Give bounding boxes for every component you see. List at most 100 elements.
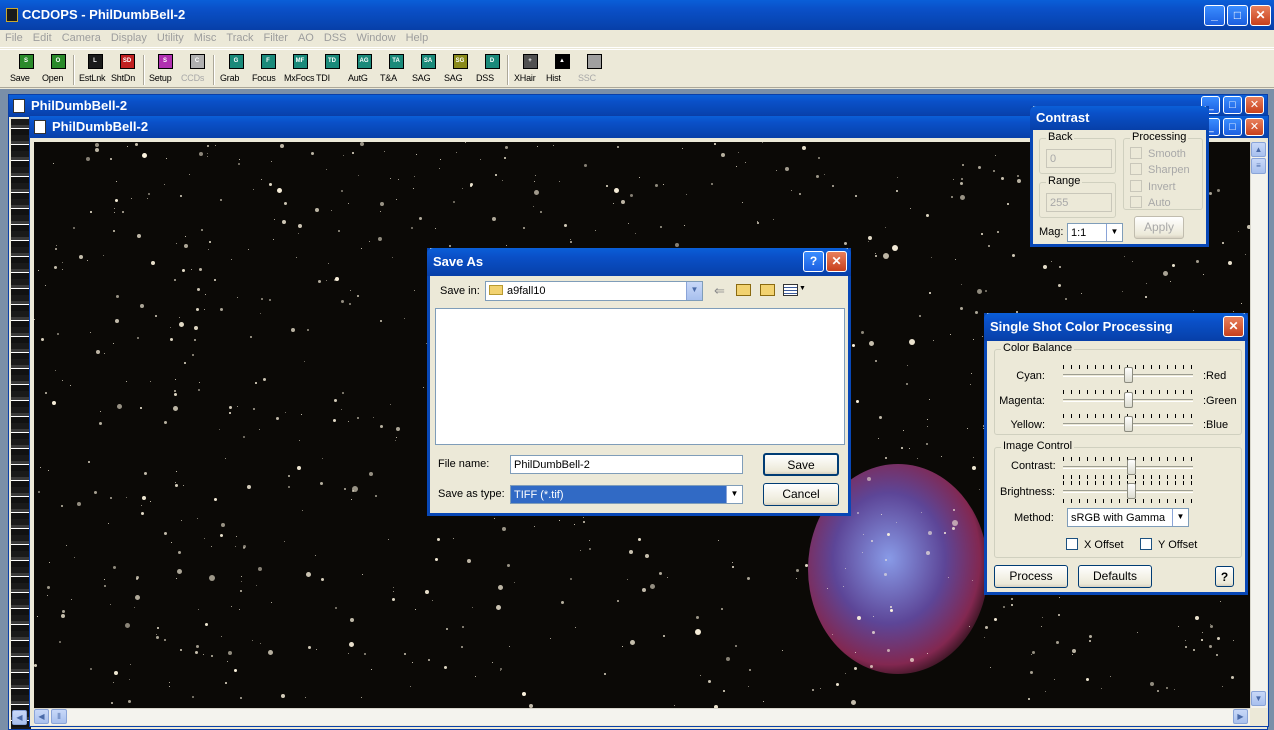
- menu-track[interactable]: Track: [221, 30, 258, 47]
- chevron-down-icon[interactable]: ▼: [1106, 224, 1122, 241]
- y-offset-checkbox[interactable]: Y Offset: [1140, 538, 1197, 552]
- balance-slider-0[interactable]: [1063, 365, 1193, 387]
- up-folder-icon[interactable]: [736, 284, 751, 296]
- menu-camera[interactable]: Camera: [57, 30, 106, 47]
- apply-button[interactable]: Apply: [1134, 216, 1184, 239]
- toolbar-hist-button[interactable]: ▲ Hist: [546, 54, 578, 88]
- close-button[interactable]: ✕: [1250, 5, 1271, 26]
- toolbar-dss-button[interactable]: D DSS: [476, 54, 508, 88]
- chevron-down-icon[interactable]: ▼: [726, 486, 742, 503]
- chevron-down-icon[interactable]: ▼: [1172, 509, 1188, 526]
- smooth-checkbox[interactable]: Smooth: [1130, 147, 1186, 161]
- star: [1193, 310, 1194, 311]
- cancel-button[interactable]: Cancel: [763, 483, 839, 506]
- horizontal-scrollbar[interactable]: ◀ ⦀ ▶: [34, 708, 1250, 725]
- process-button[interactable]: Process: [994, 565, 1068, 588]
- contrast-slider[interactable]: [1063, 457, 1193, 479]
- scroll-left-arrow[interactable]: ◀: [34, 709, 49, 724]
- toolbar-grab-button[interactable]: G Grab: [220, 54, 252, 88]
- toolbar-tdi-button[interactable]: TD TDI: [316, 54, 348, 88]
- star: [639, 177, 640, 178]
- scroll-thumb-horizontal[interactable]: ⦀: [51, 709, 67, 724]
- ssc-help-button[interactable]: ?: [1215, 566, 1234, 587]
- toolbar-focus-button[interactable]: F Focus: [252, 54, 284, 88]
- back-close-button[interactable]: ✕: [1245, 96, 1264, 114]
- new-folder-icon[interactable]: [760, 284, 775, 296]
- save-in-dropdown[interactable]: a9fall10 ▼: [485, 281, 703, 301]
- star: [910, 208, 911, 209]
- star: [1166, 687, 1168, 689]
- maximize-button[interactable]: □: [1227, 5, 1248, 26]
- back-input[interactable]: 0: [1046, 149, 1112, 168]
- toolbar-xhair-button[interactable]: + XHair: [514, 54, 546, 88]
- range-group: Range 255: [1039, 175, 1116, 218]
- menu-filter[interactable]: Filter: [259, 30, 293, 47]
- file-list[interactable]: [435, 308, 845, 445]
- view-menu-chevron-icon[interactable]: ▼: [799, 285, 806, 292]
- toolbar-ssc-button[interactable]: SSC: [578, 54, 610, 88]
- menu-dss[interactable]: DSS: [319, 30, 352, 47]
- front-maximize-button[interactable]: □: [1223, 118, 1242, 136]
- scroll-right-arrow[interactable]: ▶: [1233, 709, 1248, 724]
- toolbar-mxfocs-button[interactable]: MF MxFocs: [284, 54, 316, 88]
- toolbar-estlnk-button[interactable]: L EstLnk: [79, 54, 111, 88]
- chevron-down-icon[interactable]: ▼: [686, 282, 702, 300]
- menu-display[interactable]: Display: [106, 30, 152, 47]
- toolbar-autg-button[interactable]: AG AutG: [348, 54, 380, 88]
- balance-slider-1[interactable]: [1063, 390, 1193, 412]
- back-maximize-button[interactable]: □: [1223, 96, 1242, 114]
- x-offset-checkbox[interactable]: X Offset: [1066, 538, 1124, 552]
- toolbar-setup-button[interactable]: S Setup: [149, 54, 181, 88]
- back-scroll-left-arrow[interactable]: ◀: [12, 710, 27, 725]
- balance-slider-2[interactable]: [1063, 414, 1193, 436]
- view-menu-icon[interactable]: [783, 284, 798, 296]
- vertical-scrollbar[interactable]: ▲ ≡ ▼: [1250, 142, 1267, 708]
- toolbar-sag-button[interactable]: SG SAG: [444, 54, 476, 88]
- scroll-down-arrow[interactable]: ▼: [1251, 691, 1266, 706]
- menu-misc[interactable]: Misc: [189, 30, 222, 47]
- toolbar-ccds-button[interactable]: C CCDs: [181, 54, 213, 88]
- menu-edit[interactable]: Edit: [28, 30, 57, 47]
- back-arrow-icon[interactable]: ⇐: [714, 283, 725, 299]
- toolbar-open-button[interactable]: O Open: [42, 54, 74, 88]
- contrast-titlebar[interactable]: Contrast: [1030, 106, 1209, 130]
- star: [301, 414, 302, 415]
- front-close-button[interactable]: ✕: [1245, 118, 1264, 136]
- menu-ao[interactable]: AO: [293, 30, 319, 47]
- auto-checkbox[interactable]: Auto: [1130, 196, 1171, 210]
- method-dropdown[interactable]: sRGB with Gamma ▼: [1067, 508, 1189, 527]
- star: [1220, 601, 1221, 602]
- star: [62, 380, 63, 381]
- star: [371, 669, 372, 670]
- star: [997, 231, 999, 233]
- menu-window[interactable]: Window: [351, 30, 400, 47]
- star: [192, 354, 194, 356]
- help-button[interactable]: ?: [803, 251, 824, 272]
- defaults-button[interactable]: Defaults: [1078, 565, 1152, 588]
- save-as-titlebar[interactable]: Save As ? ✕: [427, 248, 851, 276]
- toolbar-ta-button[interactable]: TA T&A: [380, 54, 412, 88]
- toolbar-save-button[interactable]: S Save: [10, 54, 42, 88]
- menu-utility[interactable]: Utility: [152, 30, 189, 47]
- scroll-thumb-vertical[interactable]: ≡: [1251, 158, 1266, 174]
- brightness-slider[interactable]: [1063, 481, 1193, 503]
- sharpen-checkbox[interactable]: Sharpen: [1130, 163, 1190, 177]
- star: [506, 245, 507, 246]
- save-button[interactable]: Save: [763, 453, 839, 476]
- menu-file[interactable]: File: [0, 30, 28, 47]
- menu-help[interactable]: Help: [401, 30, 434, 47]
- mag-dropdown[interactable]: 1:1 ▼: [1067, 223, 1123, 242]
- ssc-close-button[interactable]: ✕: [1223, 316, 1244, 337]
- toolbar-shtdn-button[interactable]: SD ShtDn: [111, 54, 143, 88]
- star: [951, 196, 953, 198]
- save-type-dropdown[interactable]: TIFF (*.tif) ▼: [510, 485, 743, 504]
- minimize-button[interactable]: _: [1204, 5, 1225, 26]
- range-input[interactable]: 255: [1046, 193, 1112, 212]
- star: [887, 649, 890, 652]
- ssc-titlebar[interactable]: Single Shot Color Processing ✕: [984, 313, 1248, 341]
- toolbar-sag-button[interactable]: SA SAG: [412, 54, 444, 88]
- invert-checkbox[interactable]: Invert: [1130, 180, 1176, 194]
- dialog-close-button[interactable]: ✕: [826, 251, 847, 272]
- file-name-input[interactable]: PhilDumbBell-2: [510, 455, 743, 474]
- scroll-up-arrow[interactable]: ▲: [1251, 142, 1266, 157]
